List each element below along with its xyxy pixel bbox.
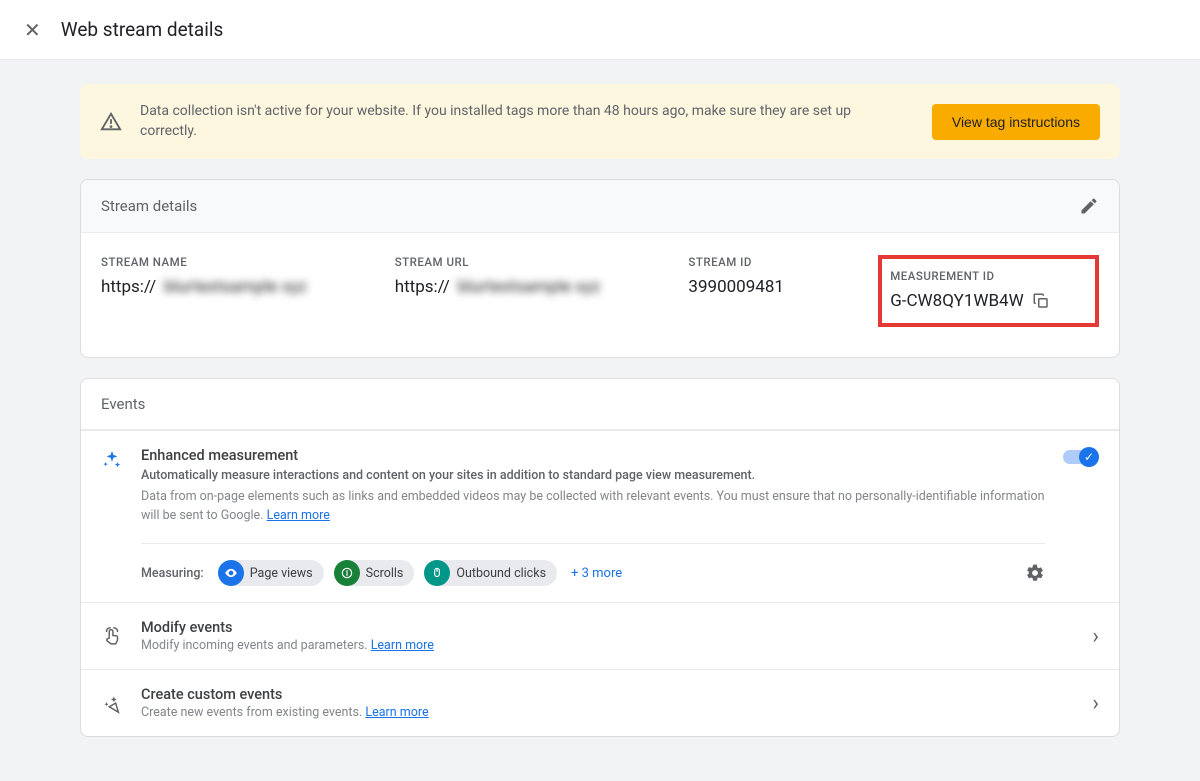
create-custom-events-body: Create custom events Create new events f… <box>141 686 1074 720</box>
stream-url-field: STREAM URL https:// blurtextsample xyz <box>395 255 681 327</box>
measurement-id-field: MEASUREMENT ID G-CW8QY1WB4W <box>878 255 1099 327</box>
events-card: Events Enhanced measurement Automaticall… <box>80 378 1120 737</box>
enhanced-measurement-body: Enhanced measurement Automatically measu… <box>141 447 1045 586</box>
stream-name-prefix: https:// <box>101 277 156 297</box>
modify-learn-more-link[interactable]: Learn more <box>371 638 434 653</box>
stream-url-value: https:// blurtextsample xyz <box>395 277 681 297</box>
create-custom-events-row[interactable]: Create custom events Create new events f… <box>81 669 1119 736</box>
scrolls-label: Scrolls <box>366 566 404 581</box>
stream-details-card: Stream details STREAM NAME https:// blurt… <box>80 179 1120 358</box>
mouse-icon <box>424 560 450 586</box>
stream-name-label: STREAM NAME <box>101 255 387 269</box>
modify-events-sub-text: Modify incoming events and parameters. <box>141 638 371 653</box>
copy-icon[interactable] <box>1032 292 1050 310</box>
stream-details-grid: STREAM NAME https:// blurtextsample xyz S… <box>81 233 1119 357</box>
page-header: ✕ Web stream details <box>0 0 1200 60</box>
alert-banner: Data collection isn't active for your we… <box>80 84 1120 159</box>
edit-icon[interactable] <box>1079 196 1099 216</box>
stream-id-value: 3990009481 <box>688 277 870 297</box>
warning-icon <box>100 111 122 133</box>
stream-id-label: STREAM ID <box>688 255 870 269</box>
measurement-id-value: G-CW8QY1WB4W <box>890 291 1087 311</box>
create-custom-events-title: Create custom events <box>141 686 1074 703</box>
create-custom-events-sub-text: Create new events from existing events. <box>141 705 365 720</box>
measuring-label: Measuring: <box>141 566 204 581</box>
modify-events-subtitle: Modify incoming events and parameters. L… <box>141 638 1074 653</box>
eye-icon <box>218 560 244 586</box>
content-area: Data collection isn't active for your we… <box>80 60 1120 781</box>
enhanced-measurement-toggle[interactable]: ✓ <box>1063 447 1099 467</box>
enhanced-learn-more-link[interactable]: Learn more <box>267 508 330 523</box>
stream-name-value: https:// blurtextsample xyz <box>101 277 387 297</box>
sparkle-icon <box>101 447 123 471</box>
create-learn-more-link[interactable]: Learn more <box>365 705 428 720</box>
measuring-chips-row: Measuring: Page views Scrolls <box>141 543 1045 586</box>
page-title: Web stream details <box>61 18 223 41</box>
events-title: Events <box>101 395 145 413</box>
check-icon: ✓ <box>1079 447 1099 467</box>
scroll-icon <box>334 560 360 586</box>
modify-events-row[interactable]: Modify events Modify incoming events and… <box>81 602 1119 669</box>
more-chips-link[interactable]: + 3 more <box>571 566 622 581</box>
stream-name-redacted: blurtextsample xyz <box>164 277 307 297</box>
enhanced-measurement-description: Data from on-page elements such as links… <box>141 488 1045 526</box>
scrolls-chip: Scrolls <box>334 560 415 586</box>
stream-url-prefix: https:// <box>395 277 450 297</box>
stream-url-label: STREAM URL <box>395 255 681 269</box>
alert-message: Data collection isn't active for your we… <box>140 102 914 141</box>
create-custom-events-subtitle: Create new events from existing events. … <box>141 705 1074 720</box>
page-views-chip: Page views <box>218 560 324 586</box>
modify-events-title: Modify events <box>141 619 1074 636</box>
chevron-right-icon: › <box>1092 624 1099 649</box>
measurement-id-label: MEASUREMENT ID <box>890 269 1087 283</box>
chevron-right-icon: › <box>1092 691 1099 716</box>
outbound-clicks-chip: Outbound clicks <box>424 560 557 586</box>
stream-id-field: STREAM ID 3990009481 <box>688 255 870 327</box>
outbound-clicks-label: Outbound clicks <box>456 566 546 581</box>
enhanced-measurement-subtitle: Automatically measure interactions and c… <box>141 467 1045 486</box>
view-tag-instructions-button[interactable]: View tag instructions <box>932 104 1100 140</box>
close-icon[interactable]: ✕ <box>24 20 41 40</box>
touch-icon <box>101 624 123 648</box>
stream-url-redacted: blurtextsample xyz <box>458 277 601 297</box>
modify-events-body: Modify events Modify incoming events and… <box>141 619 1074 653</box>
events-header: Events <box>81 379 1119 430</box>
magic-icon <box>101 691 123 715</box>
gear-icon[interactable] <box>1025 563 1045 583</box>
page-views-label: Page views <box>250 566 313 581</box>
enhanced-measurement-title: Enhanced measurement <box>141 447 1045 464</box>
stream-details-title: Stream details <box>101 197 197 215</box>
measurement-id-text: G-CW8QY1WB4W <box>890 291 1023 311</box>
enhanced-measurement-row: Enhanced measurement Automatically measu… <box>81 430 1119 602</box>
stream-name-field: STREAM NAME https:// blurtextsample xyz <box>101 255 387 327</box>
stream-details-header: Stream details <box>81 180 1119 233</box>
